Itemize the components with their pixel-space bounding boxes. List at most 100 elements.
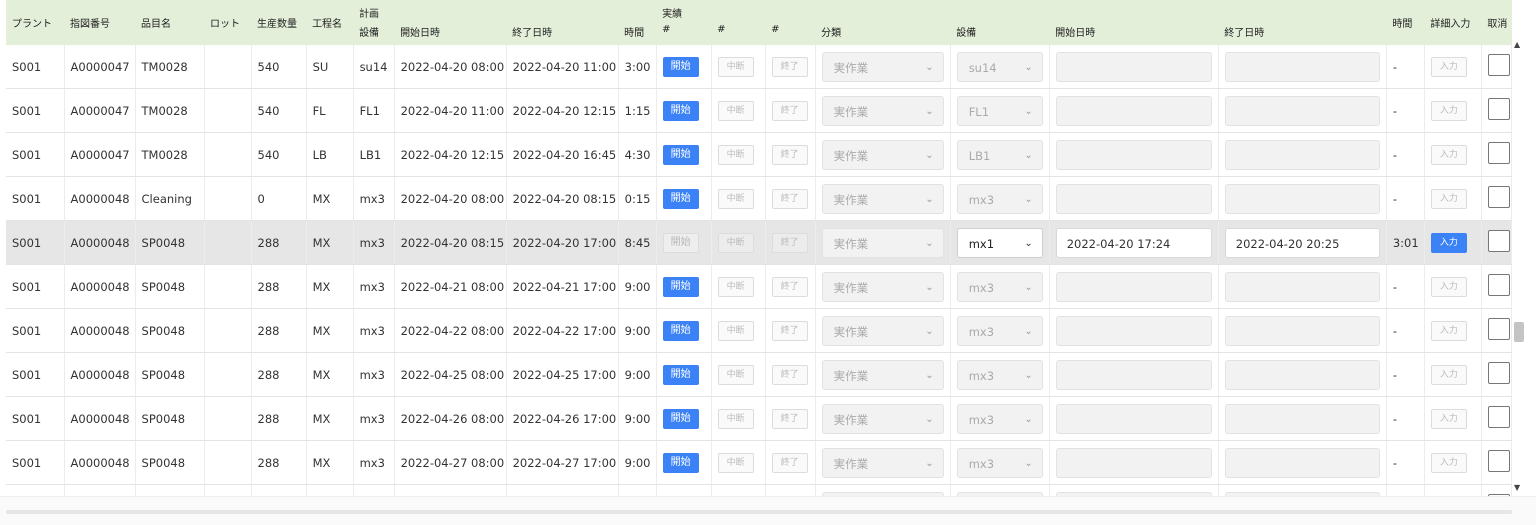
- cancel-checkbox[interactable]: [1487, 54, 1510, 76]
- detail-input-button[interactable]: 入力: [1430, 100, 1467, 121]
- pause-button[interactable]: 中断: [717, 100, 754, 121]
- detail-input-button[interactable]: 入力: [1430, 144, 1467, 165]
- finish-button[interactable]: 終了: [771, 188, 808, 209]
- cancel-checkbox[interactable]: [1487, 450, 1510, 472]
- pause-button[interactable]: 中断: [717, 232, 754, 253]
- category-select[interactable]: 実作業 ⌄: [821, 447, 944, 478]
- equipment-select[interactable]: mx3 ⌄: [956, 447, 1043, 478]
- start-button[interactable]: 開始: [662, 452, 699, 473]
- category-select[interactable]: 実作業 ⌄: [821, 315, 944, 346]
- start-button[interactable]: 開始: [662, 144, 699, 165]
- pause-button[interactable]: 中断: [717, 188, 754, 209]
- actual-end-input[interactable]: 2022-04-20 20:25: [1224, 227, 1380, 258]
- actual-start-input[interactable]: [1055, 51, 1212, 82]
- pause-button[interactable]: 中断: [717, 364, 754, 385]
- equipment-select[interactable]: mx3 ⌄: [956, 183, 1043, 214]
- pause-button[interactable]: 中断: [717, 276, 754, 297]
- actual-start-input[interactable]: 2022-04-20 17:24: [1055, 227, 1212, 258]
- col-detail-input-header: 詳細入力: [1424, 0, 1482, 45]
- start-button[interactable]: 開始: [662, 320, 699, 341]
- detail-input-button[interactable]: 入力: [1430, 452, 1467, 473]
- actual-start-input[interactable]: [1055, 139, 1212, 170]
- equipment-select[interactable]: mx3 ⌄: [956, 403, 1043, 434]
- finish-button[interactable]: 終了: [771, 364, 808, 385]
- actual-end-input[interactable]: [1224, 315, 1380, 346]
- equipment-select[interactable]: FL1 ⌄: [956, 95, 1043, 126]
- actual-end-input[interactable]: [1224, 51, 1380, 82]
- actual-end-input[interactable]: [1224, 95, 1380, 126]
- vertical-scrollbar[interactable]: ▲ ▼: [1512, 40, 1526, 492]
- start-button[interactable]: 開始: [662, 408, 699, 429]
- cell-actual-hours: -: [1386, 45, 1425, 89]
- cancel-checkbox[interactable]: [1487, 230, 1510, 252]
- actual-start-input[interactable]: [1055, 403, 1212, 434]
- detail-input-button[interactable]: 入力: [1430, 276, 1467, 297]
- actual-start-input[interactable]: [1055, 359, 1212, 390]
- detail-input-button[interactable]: 入力: [1430, 188, 1467, 209]
- finish-button[interactable]: 終了: [771, 56, 808, 77]
- equipment-select[interactable]: su14 ⌄: [956, 51, 1043, 82]
- equipment-select[interactable]: mx3 ⌄: [956, 271, 1043, 302]
- detail-input-button[interactable]: 入力: [1430, 320, 1467, 341]
- equipment-select[interactable]: mx3 ⌄: [956, 359, 1043, 390]
- start-button[interactable]: 開始: [662, 276, 699, 297]
- pause-button[interactable]: 中断: [717, 144, 754, 165]
- finish-button[interactable]: 終了: [771, 232, 808, 253]
- finish-button[interactable]: 終了: [771, 144, 808, 165]
- category-select[interactable]: 実作業 ⌄: [821, 139, 944, 170]
- horizontal-scrollbar[interactable]: [0, 496, 1536, 525]
- actual-end-input[interactable]: [1224, 183, 1380, 214]
- actual-start-input[interactable]: [1055, 183, 1212, 214]
- start-button[interactable]: 開始: [662, 232, 699, 253]
- cancel-checkbox[interactable]: [1487, 98, 1510, 120]
- detail-input-button[interactable]: 入力: [1430, 232, 1467, 253]
- pause-button[interactable]: 中断: [717, 56, 754, 77]
- actual-start-input[interactable]: [1055, 271, 1212, 302]
- category-select[interactable]: 実作業 ⌄: [821, 51, 944, 82]
- actual-end-input[interactable]: [1224, 359, 1380, 390]
- cell-plan-equipment: mx3: [353, 176, 395, 221]
- actual-end-input[interactable]: [1224, 139, 1380, 170]
- detail-input-button[interactable]: 入力: [1430, 56, 1467, 77]
- start-button[interactable]: 開始: [662, 100, 699, 121]
- cancel-checkbox[interactable]: [1487, 274, 1510, 296]
- category-select[interactable]: 実作業 ⌄: [821, 227, 944, 258]
- cancel-checkbox[interactable]: [1487, 362, 1510, 384]
- actual-end-input[interactable]: [1224, 271, 1380, 302]
- cancel-checkbox[interactable]: [1487, 406, 1510, 428]
- pause-button[interactable]: 中断: [717, 320, 754, 341]
- cancel-checkbox[interactable]: [1487, 318, 1510, 340]
- pause-button[interactable]: 中断: [717, 408, 754, 429]
- cell-finish: 終了: [765, 176, 816, 221]
- actual-end-input[interactable]: [1224, 403, 1380, 434]
- start-button[interactable]: 開始: [662, 56, 699, 77]
- finish-button[interactable]: 終了: [771, 100, 808, 121]
- category-select[interactable]: 実作業 ⌄: [821, 359, 944, 390]
- scroll-up-arrow-icon[interactable]: ▲: [1514, 40, 1520, 49]
- detail-input-button[interactable]: 入力: [1430, 364, 1467, 385]
- pause-button[interactable]: 中断: [717, 452, 754, 473]
- category-select[interactable]: 実作業 ⌄: [821, 95, 944, 126]
- category-select[interactable]: 実作業 ⌄: [821, 271, 944, 302]
- equipment-select[interactable]: mx1 ⌄: [956, 227, 1043, 258]
- actual-start-input[interactable]: [1055, 447, 1212, 478]
- detail-input-button[interactable]: 入力: [1430, 408, 1467, 429]
- start-button[interactable]: 開始: [662, 364, 699, 385]
- horizontal-scroll-thumb[interactable]: [6, 510, 1512, 514]
- actual-start-input[interactable]: [1055, 315, 1212, 346]
- category-select[interactable]: 実作業 ⌄: [821, 183, 944, 214]
- category-select[interactable]: 実作業 ⌄: [821, 403, 944, 434]
- finish-button[interactable]: 終了: [771, 276, 808, 297]
- scroll-down-arrow-icon[interactable]: ▼: [1514, 483, 1520, 492]
- equipment-select[interactable]: mx3 ⌄: [956, 315, 1043, 346]
- finish-button[interactable]: 終了: [771, 408, 808, 429]
- cancel-checkbox[interactable]: [1487, 142, 1510, 164]
- finish-button[interactable]: 終了: [771, 452, 808, 473]
- finish-button[interactable]: 終了: [771, 320, 808, 341]
- equipment-select[interactable]: LB1 ⌄: [956, 139, 1043, 170]
- vertical-scroll-thumb[interactable]: [1514, 322, 1524, 342]
- actual-end-input[interactable]: [1224, 447, 1380, 478]
- actual-start-input[interactable]: [1055, 95, 1212, 126]
- cancel-checkbox[interactable]: [1487, 186, 1510, 208]
- start-button[interactable]: 開始: [662, 188, 699, 209]
